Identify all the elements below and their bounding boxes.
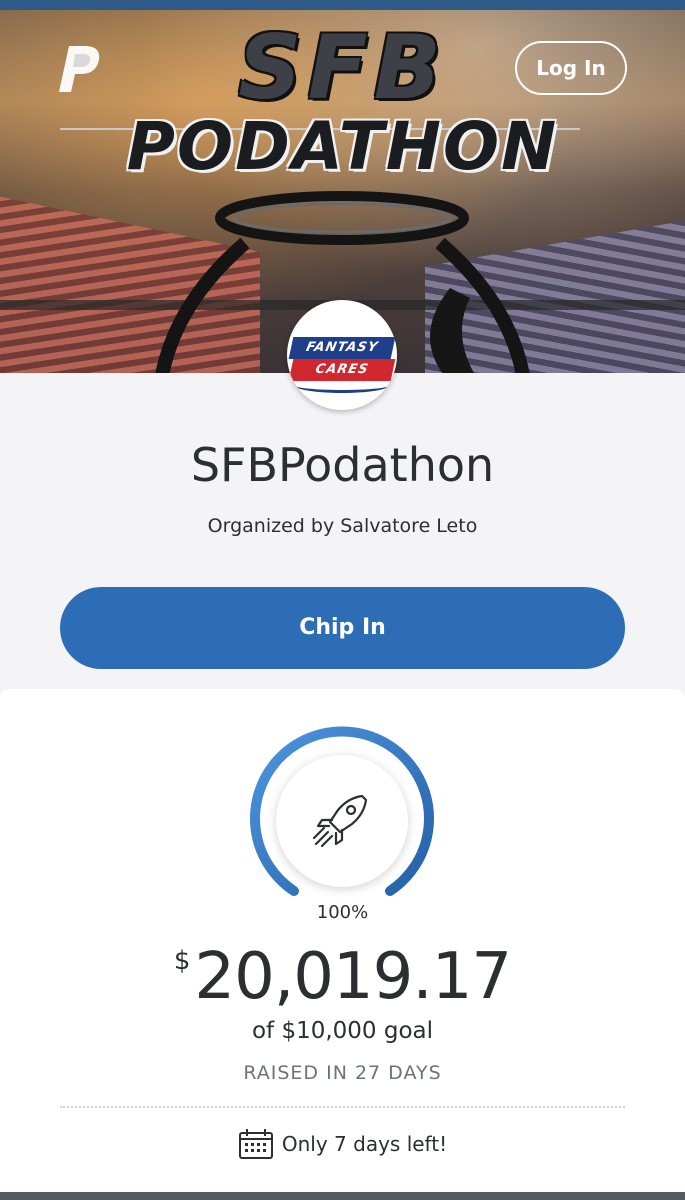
organizer-avatar: FANTASY CARES [287, 300, 397, 410]
paypal-logo-icon[interactable] [55, 44, 103, 94]
calendar-icon [238, 1129, 273, 1159]
top-status-bar [0, 0, 685, 10]
campaign-title: SFBPodathon [190, 438, 495, 492]
hero-title-line2: PODATHON [126, 108, 559, 185]
rocket-icon [312, 794, 368, 848]
days-left-text: Only 7 days left! [281, 1132, 448, 1156]
avatar-logo-top: FANTASY [288, 337, 396, 359]
login-button[interactable]: Log In [515, 41, 627, 95]
progress-percent: 100% [316, 902, 369, 923]
dotted-divider [60, 1106, 625, 1108]
avatar-logo-swoosh [295, 378, 389, 393]
raised-duration: RAISED IN 27 DAYS [243, 1062, 442, 1084]
amount-value: 20,019.17 [194, 940, 512, 1014]
raised-amount: $20,019.17 [0, 940, 685, 1014]
currency-symbol: $ [173, 946, 191, 976]
chip-in-button[interactable]: Chip In [60, 587, 625, 669]
goal-text: of $10,000 goal [251, 1018, 434, 1044]
organizer-text: Organized by Salvatore Leto [207, 515, 478, 537]
days-left-row: Only 7 days left! [0, 1128, 685, 1160]
bottom-bar [0, 1192, 685, 1200]
